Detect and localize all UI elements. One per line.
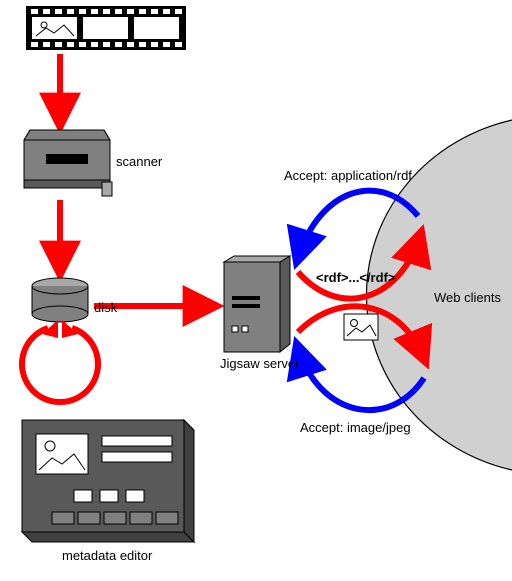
- disk-icon: [32, 278, 88, 322]
- arrow-disk-editor-loop: [22, 320, 98, 402]
- disk-label: disk: [94, 300, 117, 315]
- metadata-editor-icon: [22, 420, 194, 542]
- scanner-icon: [24, 130, 112, 196]
- editor-label: metadata editor: [62, 548, 152, 563]
- scanner-label: scanner: [116, 154, 162, 169]
- jigsaw-label: Jigsaw server: [220, 356, 299, 371]
- server-icon: [224, 256, 290, 352]
- rdf-tag-label: <rdf>...</rdf>: [316, 270, 395, 285]
- webclients-label: Web clients: [434, 290, 501, 305]
- filmstrip-icon: [26, 6, 186, 50]
- accept-rdf-label: Accept: application/rdf: [284, 168, 412, 183]
- accept-jpeg-label: Accept: image/jpeg: [300, 420, 411, 435]
- image-payload-icon: [344, 314, 378, 340]
